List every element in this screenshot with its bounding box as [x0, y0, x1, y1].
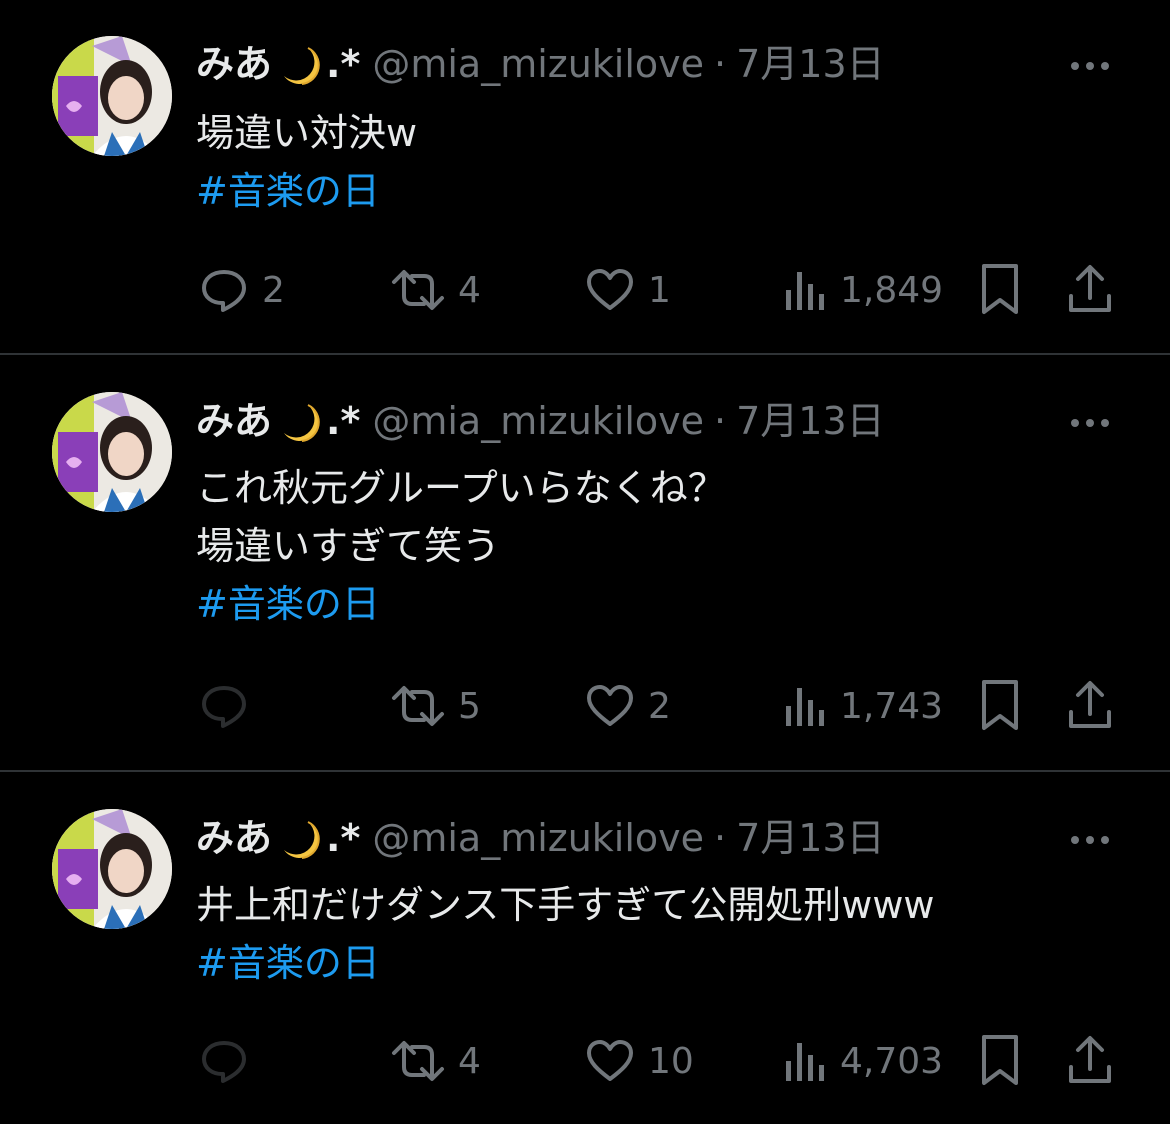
reply-icon [202, 270, 246, 312]
avatar[interactable] [52, 36, 172, 156]
reply-icon [202, 686, 246, 728]
crescent-moon-icon [284, 403, 320, 442]
bookmark-icon [982, 1035, 1018, 1085]
tweet[interactable]: みあ .* @mia_mizukilove · 7月13日 井上和だけダンス下手すぎて公… [0, 772, 1170, 1124]
avatar[interactable] [52, 392, 172, 512]
tweet-text: これ秋元グループいらなくね？ 場違いすぎて笑う #音楽の日 [196, 459, 726, 633]
heart-icon [587, 1040, 633, 1081]
tweet-text: 場違い対決w #音楽の日 [196, 104, 417, 220]
handle[interactable]: @mia_mizukilove [372, 399, 704, 443]
heart-icon [587, 269, 633, 310]
retweet-icon [392, 1041, 444, 1081]
tweet-date[interactable]: 7月13日 [736, 399, 885, 443]
display-name[interactable]: みあ [196, 816, 272, 860]
share-upload-icon [1069, 265, 1111, 312]
views-button[interactable]: 1,743 [784, 676, 943, 736]
avatar-image [52, 36, 172, 156]
views-button[interactable]: 1,849 [784, 260, 943, 320]
name-suffix: .* [326, 42, 361, 86]
more-horizontal-icon[interactable] [1068, 56, 1112, 76]
retweet-count: 5 [458, 685, 481, 727]
name-suffix: .* [326, 399, 361, 443]
handle[interactable]: @mia_mizukilove [372, 42, 704, 86]
share-upload-icon [1069, 681, 1111, 728]
heart-icon [587, 685, 633, 726]
like-count: 2 [648, 685, 671, 727]
hashtag-link[interactable]: #音楽の日 [196, 934, 934, 992]
share-upload-icon [1069, 1036, 1111, 1083]
like-button[interactable]: 1 [584, 260, 671, 320]
crescent-moon-icon [284, 46, 320, 85]
bookmark-button[interactable] [978, 260, 1022, 320]
bookmark-button[interactable] [978, 1031, 1022, 1091]
share-button[interactable] [1066, 260, 1114, 320]
views-button[interactable]: 4,703 [784, 1031, 943, 1091]
tweet-text-line: 井上和だけダンス下手すぎて公開処刑www [196, 883, 935, 927]
more-horizontal-icon[interactable] [1068, 413, 1112, 433]
avatar[interactable] [52, 809, 172, 929]
reply-button[interactable] [198, 676, 262, 736]
tweet[interactable]: みあ .* @mia_mizukilove · 7月13日 これ秋元グループいらなくね？… [0, 355, 1170, 770]
retweet-count: 4 [458, 269, 481, 311]
bookmark-button[interactable] [978, 676, 1022, 736]
like-button[interactable]: 10 [584, 1031, 694, 1091]
tweet-text: 井上和だけダンス下手すぎて公開処刑www #音楽の日 [196, 876, 934, 992]
view-count: 4,703 [840, 1040, 944, 1082]
tweet-date[interactable]: 7月13日 [736, 816, 885, 860]
display-name[interactable]: みあ [196, 399, 272, 443]
retweet-button[interactable]: 4 [390, 1031, 481, 1091]
avatar-image [52, 809, 172, 929]
tweet-header: みあ .* @mia_mizukilove · 7月13日 [196, 812, 885, 864]
share-button[interactable] [1066, 676, 1114, 736]
retweet-icon [392, 686, 444, 726]
tweet-header: みあ .* @mia_mizukilove · 7月13日 [196, 395, 885, 447]
separator: · [714, 42, 727, 86]
hashtag-link[interactable]: #音楽の日 [196, 162, 417, 220]
share-button[interactable] [1066, 1031, 1114, 1091]
like-button[interactable]: 2 [584, 676, 671, 736]
handle[interactable]: @mia_mizukilove [372, 816, 704, 860]
bookmark-icon [982, 264, 1018, 314]
tweet[interactable]: みあ .* @mia_mizukilove · 7月13日 場違い対決w #音楽の日 2… [0, 0, 1170, 353]
retweet-button[interactable]: 4 [390, 260, 481, 320]
reply-button[interactable] [198, 1031, 262, 1091]
tweet-date[interactable]: 7月13日 [736, 42, 885, 86]
tweet-text-line: 場違い対決w [196, 111, 418, 155]
more-horizontal-icon[interactable] [1068, 830, 1112, 850]
crescent-moon-icon [284, 820, 320, 859]
retweet-button[interactable]: 5 [390, 676, 481, 736]
like-count: 10 [648, 1040, 694, 1082]
reply-icon [202, 1041, 246, 1083]
views-bar-chart-icon [786, 1043, 824, 1081]
view-count: 1,743 [840, 685, 944, 727]
reply-count: 2 [262, 269, 285, 311]
tweet-header: みあ .* @mia_mizukilove · 7月13日 [196, 38, 885, 90]
views-bar-chart-icon [786, 272, 824, 310]
display-name[interactable]: みあ [196, 42, 272, 86]
bookmark-icon [982, 680, 1018, 730]
hashtag-link[interactable]: #音楽の日 [196, 575, 726, 633]
retweet-count: 4 [458, 1040, 481, 1082]
separator: · [714, 816, 727, 860]
views-bar-chart-icon [786, 688, 824, 726]
separator: · [714, 399, 727, 443]
tweet-text-line: これ秋元グループいらなくね？ [196, 466, 726, 510]
tweet-text-line: 場違いすぎて笑う [196, 524, 501, 568]
view-count: 1,849 [840, 269, 944, 311]
like-count: 1 [648, 269, 671, 311]
retweet-icon [392, 270, 444, 310]
reply-button[interactable]: 2 [198, 260, 285, 320]
avatar-image [52, 392, 172, 512]
name-suffix: .* [326, 816, 361, 860]
